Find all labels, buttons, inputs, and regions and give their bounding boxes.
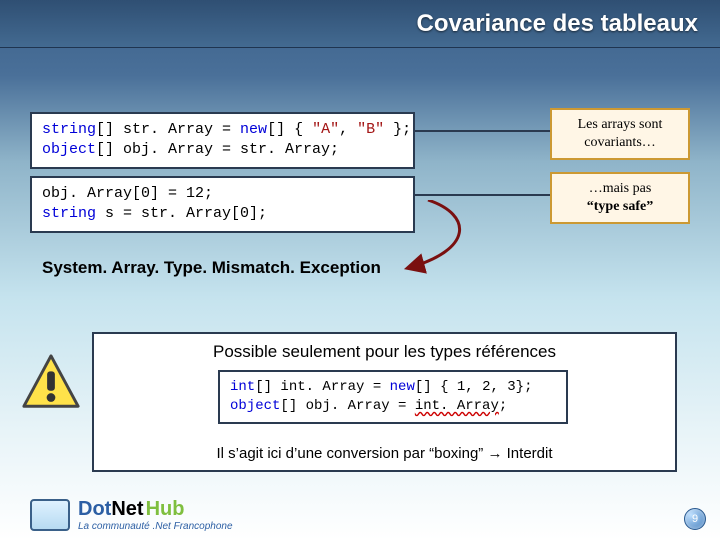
keyword: int	[230, 379, 255, 395]
keyword: new	[390, 379, 415, 395]
callout-line: “type safe”	[560, 198, 680, 216]
code-text: [] obj. Array =	[280, 398, 414, 414]
panel-heading: Possible seulement pour les types référe…	[94, 342, 675, 362]
callout-line: …mais pas	[560, 180, 680, 198]
keyword: string	[42, 205, 96, 222]
page-number: 9	[684, 508, 706, 530]
code-text: };	[384, 121, 411, 138]
callout-not-type-safe: …mais pas “type safe”	[550, 172, 690, 224]
string-literal: "A"	[312, 121, 339, 138]
error-underline: int. Array	[415, 398, 499, 414]
arrow-from-code-to-exception	[398, 200, 488, 280]
code-text: [] {	[267, 121, 312, 138]
arrow-icon: →	[487, 445, 502, 462]
code-text: [] int. Array =	[255, 379, 389, 395]
callout-line: Les arrays sont	[560, 116, 680, 134]
code-text: obj. Array[0] = 12;	[42, 185, 213, 202]
panel-footnote: Il s’agit ici d’une conversion par “boxi…	[94, 445, 675, 462]
keyword: string	[42, 121, 96, 138]
warning-icon	[20, 352, 82, 414]
brand-block: DotNetHub La communauté .Net Francophone	[78, 498, 233, 532]
code-text: [] obj. Array = str. Array;	[96, 141, 339, 158]
callout-line: covariants…	[560, 134, 680, 152]
connector-line	[415, 116, 550, 146]
title-bar: Covariance des tableaux	[0, 0, 720, 48]
brand-tagline: La communauté .Net Francophone	[78, 521, 233, 532]
code-block-1: string[] str. Array = new[] { "A", "B" }…	[30, 112, 415, 169]
connector-line	[415, 180, 550, 210]
code-text: ,	[339, 121, 357, 138]
code-block-3: int[] int. Array = new[] { 1, 2, 3}; obj…	[218, 370, 568, 424]
code-block-2: obj. Array[0] = 12; string s = str. Arra…	[30, 176, 415, 233]
code-text: ;	[499, 398, 507, 414]
brand-name: DotNetHub	[78, 498, 233, 521]
code-text: [] { 1, 2, 3};	[415, 379, 533, 395]
page-title: Covariance des tableaux	[0, 0, 720, 38]
exception-label: System. Array. Type. Mismatch. Exception	[42, 258, 381, 278]
code-text: [] str. Array =	[96, 121, 240, 138]
keyword: new	[240, 121, 267, 138]
string-literal: "B"	[357, 121, 384, 138]
code-text: s = str. Array[0];	[96, 205, 267, 222]
keyword: object	[230, 398, 280, 414]
logo-globe-icon	[30, 499, 70, 531]
keyword: object	[42, 141, 96, 158]
footer-logo: DotNetHub La communauté .Net Francophone	[30, 498, 233, 532]
callout-covariant: Les arrays sont covariants…	[550, 108, 690, 160]
